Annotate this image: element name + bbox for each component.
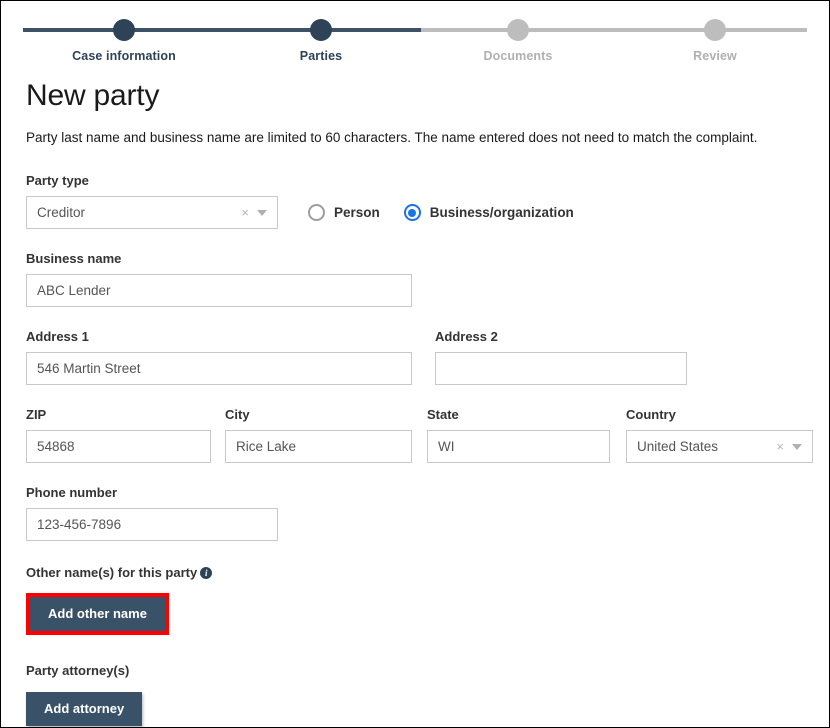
address-1-label: Address 1 bbox=[26, 329, 89, 344]
stepper-step-label: Documents bbox=[483, 49, 553, 63]
radio-option-person[interactable]: Person bbox=[308, 204, 380, 221]
stepper-step-documents[interactable]: Documents bbox=[438, 19, 598, 63]
state-input[interactable]: WI bbox=[427, 430, 610, 463]
party-type-value: Creditor bbox=[37, 205, 86, 220]
country-value: United States bbox=[637, 439, 719, 454]
phone-label: Phone number bbox=[26, 485, 118, 500]
page-title: New party bbox=[26, 79, 160, 112]
add-attorney-button[interactable]: Add attorney bbox=[26, 692, 143, 726]
add-other-name-button[interactable]: Add other name bbox=[30, 597, 165, 631]
party-type-row: Creditor × Person Business/organization bbox=[26, 196, 815, 229]
country-field: Country United States × bbox=[626, 407, 813, 463]
zip-input[interactable]: 54868 bbox=[26, 430, 211, 463]
clear-icon[interactable]: × bbox=[241, 197, 249, 228]
stepper-dot-icon bbox=[113, 19, 135, 41]
form-content: New party Party last name and business n… bbox=[26, 77, 815, 726]
phone-input[interactable]: 123-456-7896 bbox=[26, 508, 278, 541]
business-name-section: Business name ABC Lender bbox=[26, 251, 815, 307]
stepper-step-label: Review bbox=[693, 49, 737, 63]
info-icon[interactable]: i bbox=[200, 567, 213, 579]
location-section: ZIP 54868 City Rice Lake State WI Countr… bbox=[26, 407, 815, 463]
state-label: State bbox=[427, 407, 459, 422]
city-input[interactable]: Rice Lake bbox=[225, 430, 412, 463]
stepper-dot-icon bbox=[310, 19, 332, 41]
state-field: State WI bbox=[427, 407, 610, 463]
chevron-down-icon[interactable] bbox=[792, 444, 802, 450]
city-label: City bbox=[225, 407, 250, 422]
stepper-step-parties[interactable]: Parties bbox=[241, 19, 401, 63]
stepper-dot-icon bbox=[704, 19, 726, 41]
clear-icon[interactable]: × bbox=[776, 431, 784, 462]
address-section: Address 1 546 Martin Street Address 2 bbox=[26, 329, 815, 385]
stepper-step-label: Parties bbox=[299, 49, 343, 63]
radio-icon[interactable] bbox=[308, 204, 325, 221]
party-type-select[interactable]: Creditor × bbox=[26, 196, 278, 229]
party-type-label: Party type bbox=[26, 173, 89, 188]
radio-icon-selected[interactable] bbox=[403, 204, 421, 221]
stepper-step-case-information[interactable]: Case information bbox=[44, 19, 204, 63]
entity-type-radio-group: Person Business/organization bbox=[308, 204, 598, 221]
country-select[interactable]: United States × bbox=[626, 430, 813, 463]
party-attorneys-section: Party attorney(s) Add attorney bbox=[26, 663, 815, 726]
radio-label: Business/organization bbox=[429, 205, 574, 220]
chevron-down-icon[interactable] bbox=[257, 210, 267, 216]
radio-label: Person bbox=[334, 205, 380, 220]
stepper-step-review[interactable]: Review bbox=[635, 19, 795, 63]
address-2-label: Address 2 bbox=[435, 329, 498, 344]
party-type-section: Party type Creditor × Person Business/or… bbox=[26, 173, 815, 229]
business-name-input[interactable]: ABC Lender bbox=[26, 274, 412, 307]
country-label: Country bbox=[626, 407, 676, 422]
phone-section: Phone number 123-456-7896 bbox=[26, 485, 815, 541]
zip-field: ZIP 54868 bbox=[26, 407, 211, 463]
address-2-field: Address 2 bbox=[435, 329, 687, 385]
progress-stepper: Case information Parties Documents Revie… bbox=[1, 19, 829, 67]
stepper-dot-icon bbox=[507, 19, 529, 41]
stepper-step-label: Case information bbox=[72, 49, 176, 63]
address-2-input[interactable] bbox=[435, 352, 687, 385]
other-names-section: Other name(s) for this party i Add other … bbox=[26, 565, 815, 635]
other-names-label-text: Other name(s) for this party bbox=[26, 565, 198, 580]
business-name-label: Business name bbox=[26, 251, 122, 266]
radio-option-business-organization[interactable]: Business/organization bbox=[403, 204, 574, 221]
party-attorneys-label: Party attorney(s) bbox=[26, 663, 130, 678]
add-other-name-highlight: Add other name bbox=[26, 593, 169, 635]
city-field: City Rice Lake bbox=[225, 407, 412, 463]
zip-label: ZIP bbox=[26, 407, 47, 422]
page-root: Case information Parties Documents Revie… bbox=[0, 0, 830, 728]
address-1-field: Address 1 546 Martin Street bbox=[26, 329, 412, 385]
intro-text: Party last name and business name are li… bbox=[26, 130, 758, 145]
other-names-label: Other name(s) for this party i bbox=[26, 565, 815, 581]
address-1-input[interactable]: 546 Martin Street bbox=[26, 352, 412, 385]
